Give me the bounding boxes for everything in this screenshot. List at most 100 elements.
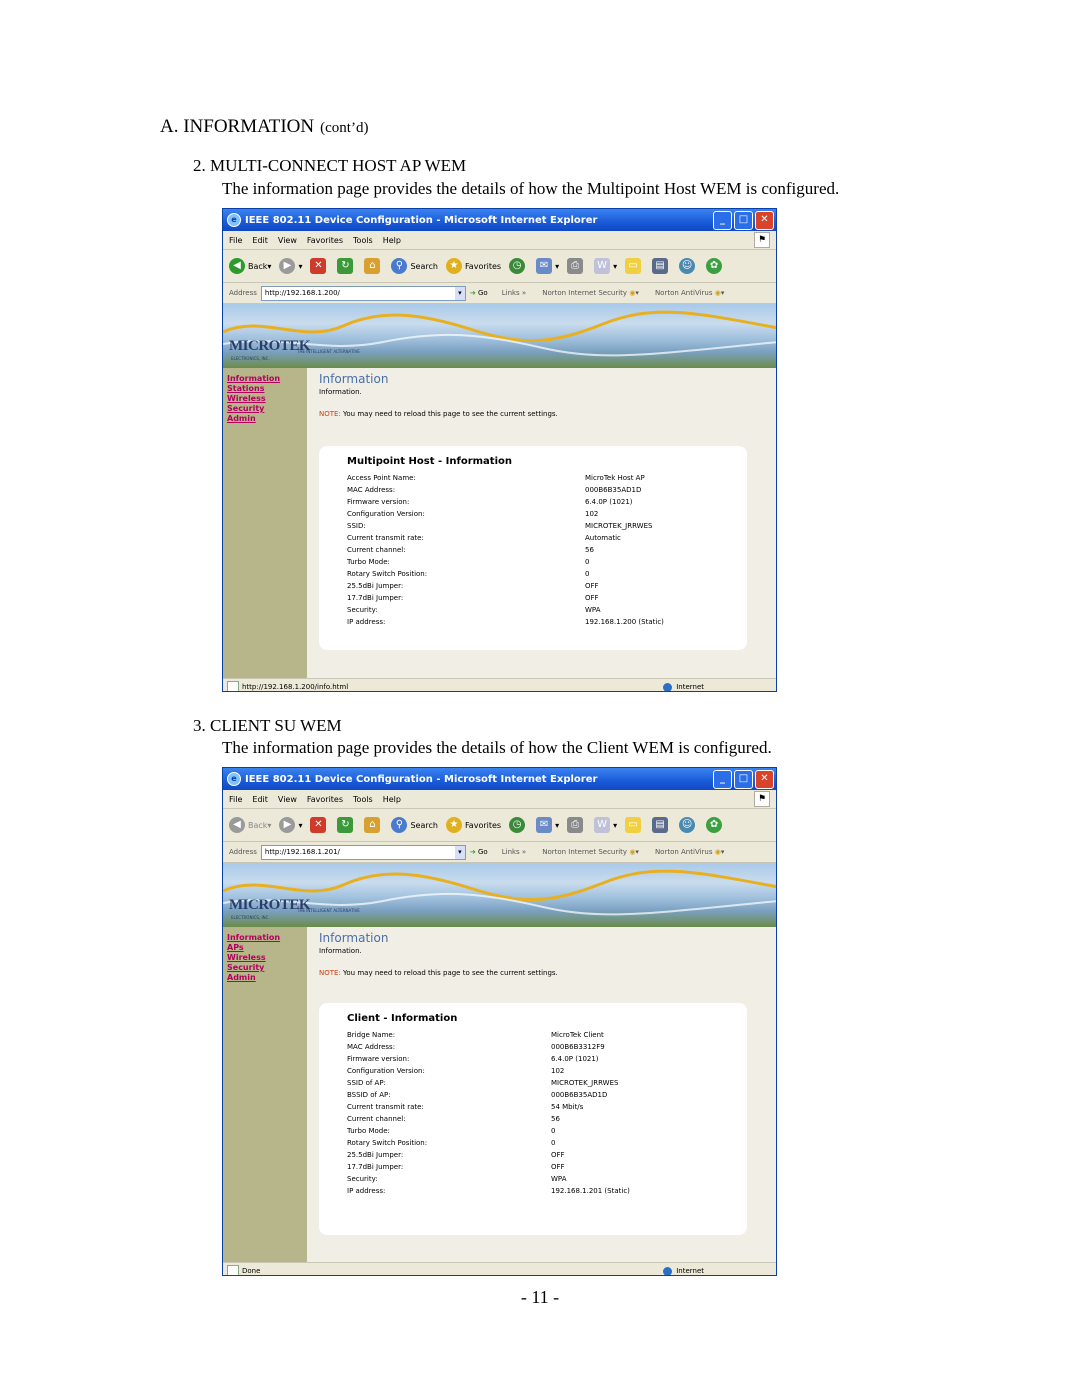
info-row: Current channel: 56 bbox=[347, 1115, 630, 1127]
msn-button[interactable]: ✿ bbox=[706, 817, 725, 833]
note-message: You may need to reload this page to see … bbox=[343, 410, 558, 418]
norton-security-button[interactable]: Norton Internet Security ◉▾ bbox=[542, 289, 639, 297]
info-value: OFF bbox=[551, 1163, 565, 1171]
info-row: SSID: MICROTEK_JRRWES bbox=[347, 522, 664, 534]
links-button[interactable]: Links » bbox=[502, 848, 527, 856]
menu-help[interactable]: Help bbox=[383, 236, 401, 245]
print-button[interactable]: ⎙ bbox=[567, 817, 586, 833]
norton-antivirus-button[interactable]: Norton AntiVirus ◉▾ bbox=[655, 848, 724, 856]
nav-link-aps[interactable]: APs bbox=[223, 943, 307, 953]
discuss-button[interactable]: ▭ bbox=[625, 817, 644, 833]
menu-bar: File Edit View Favorites Tools Help ⚑ bbox=[223, 231, 776, 250]
chevron-down-icon[interactable]: ▾ bbox=[454, 845, 465, 859]
history-button[interactable]: ◷ bbox=[509, 258, 528, 274]
norton-security-icon: ◉ bbox=[629, 848, 636, 856]
norton-security-button[interactable]: Norton Internet Security ◉▾ bbox=[542, 848, 639, 856]
logo-tagline: THE INTELLIGENT ALTERNATIVE bbox=[297, 349, 360, 354]
forward-button[interactable]: ▶ ▾ bbox=[279, 258, 302, 274]
norton-antivirus-button[interactable]: Norton AntiVirus ◉▾ bbox=[655, 289, 724, 297]
mail-button[interactable]: ✉ ▾ bbox=[536, 258, 559, 274]
go-button[interactable]: ➔ Go bbox=[470, 848, 488, 856]
card-title: Multipoint Host - Information bbox=[347, 456, 512, 467]
menu-view[interactable]: View bbox=[278, 795, 297, 804]
info-value: 6.4.0P (1021) bbox=[551, 1055, 599, 1063]
info-label: IP address: bbox=[347, 618, 386, 626]
address-input[interactable]: http://192.168.1.200/▾ bbox=[260, 285, 466, 301]
research-button[interactable]: ▤ bbox=[652, 258, 671, 274]
research-button[interactable]: ▤ bbox=[652, 817, 671, 833]
info-label: Bridge Name: bbox=[347, 1031, 396, 1039]
address-input[interactable]: http://192.168.1.201/▾ bbox=[260, 844, 466, 860]
home-button[interactable]: ⌂ bbox=[364, 817, 383, 833]
page-content: Information APs Wireless Security Admin … bbox=[223, 927, 776, 1262]
menu-edit[interactable]: Edit bbox=[252, 236, 268, 245]
msn-button[interactable]: ✿ bbox=[706, 258, 725, 274]
info-value: 0 bbox=[551, 1127, 556, 1135]
discuss-button[interactable]: ▭ bbox=[625, 258, 644, 274]
refresh-button[interactable]: ↻ bbox=[337, 258, 356, 274]
toolbar: ◀ Back ▾ ▶ ▾ ✕ ↻ ⌂ ⚲ Search ★ Favorites ◷ ✉ ▾… bbox=[223, 809, 776, 842]
nav-link-wireless[interactable]: Wireless bbox=[223, 394, 307, 404]
home-button[interactable]: ⌂ bbox=[364, 258, 383, 274]
edit-button[interactable]: W ▾ bbox=[594, 258, 617, 274]
close-button[interactable]: ✕ bbox=[755, 210, 774, 230]
menu-file[interactable]: File bbox=[229, 236, 242, 245]
search-button[interactable]: ⚲ Search bbox=[391, 817, 438, 833]
sidebar-nav: Information APs Wireless Security Admin bbox=[223, 927, 307, 1262]
section-description-client: The information page provides the detail… bbox=[222, 738, 772, 757]
favorites-button[interactable]: ★ Favorites bbox=[445, 258, 501, 274]
chevron-down-icon[interactable]: ▾ bbox=[454, 286, 465, 300]
info-row: 17.7dBi Jumper: OFF bbox=[347, 1163, 630, 1175]
messenger-button[interactable]: ☺ bbox=[679, 258, 698, 274]
menu-favorites[interactable]: Favorites bbox=[307, 236, 343, 245]
globe-icon bbox=[663, 682, 673, 691]
nav-link-wireless[interactable]: Wireless bbox=[223, 953, 307, 963]
history-button[interactable]: ◷ bbox=[509, 817, 528, 833]
menu-file[interactable]: File bbox=[229, 795, 242, 804]
nav-link-security[interactable]: Security bbox=[223, 963, 307, 973]
forward-button[interactable]: ▶ ▾ bbox=[279, 817, 302, 833]
info-label: Access Point Name: bbox=[347, 474, 416, 482]
info-value: 56 bbox=[551, 1115, 560, 1123]
search-button[interactable]: ⚲ Search bbox=[391, 258, 438, 274]
nav-link-information[interactable]: Information bbox=[223, 374, 307, 384]
logo-subtitle: ELECTRONICS, INC. bbox=[231, 356, 270, 361]
print-button[interactable]: ⎙ bbox=[567, 258, 586, 274]
stop-button[interactable]: ✕ bbox=[310, 258, 329, 274]
minimize-button[interactable]: _ bbox=[713, 210, 732, 230]
info-value: WPA bbox=[551, 1175, 567, 1183]
menu-tools[interactable]: Tools bbox=[353, 795, 373, 804]
nav-link-information[interactable]: Information bbox=[223, 933, 307, 943]
close-button[interactable]: ✕ bbox=[755, 769, 774, 789]
minimize-button[interactable]: _ bbox=[713, 769, 732, 789]
nav-link-admin[interactable]: Admin bbox=[223, 973, 307, 983]
menu-edit[interactable]: Edit bbox=[252, 795, 268, 804]
stop-button[interactable]: ✕ bbox=[310, 817, 329, 833]
links-button[interactable]: Links » bbox=[502, 289, 527, 297]
refresh-button[interactable]: ↻ bbox=[337, 817, 356, 833]
section-title-host: 2. MULTI-CONNECT HOST AP WEM bbox=[193, 156, 467, 175]
info-value: 192.168.1.200 (Static) bbox=[585, 618, 664, 626]
menu-view[interactable]: View bbox=[278, 236, 297, 245]
favorites-button[interactable]: ★ Favorites bbox=[445, 817, 501, 833]
messenger-button[interactable]: ☺ bbox=[679, 817, 698, 833]
menu-favorites[interactable]: Favorites bbox=[307, 795, 343, 804]
msn-icon: ✿ bbox=[706, 258, 723, 274]
maximize-button[interactable]: □ bbox=[734, 769, 753, 789]
mail-button[interactable]: ✉ ▾ bbox=[536, 817, 559, 833]
wave-graphic bbox=[223, 869, 776, 916]
info-row: SSID of AP: MICROTEK_JRRWES bbox=[347, 1079, 630, 1091]
back-button[interactable]: ◀ Back ▾ bbox=[229, 817, 271, 833]
go-button[interactable]: ➔ Go bbox=[470, 289, 488, 297]
menu-tools[interactable]: Tools bbox=[353, 236, 373, 245]
info-row: Turbo Mode: 0 bbox=[347, 1127, 630, 1139]
nav-link-admin[interactable]: Admin bbox=[223, 414, 307, 424]
maximize-button[interactable]: □ bbox=[734, 210, 753, 230]
menu-help[interactable]: Help bbox=[383, 795, 401, 804]
nav-link-stations[interactable]: Stations bbox=[223, 384, 307, 394]
star-icon: ★ bbox=[445, 258, 462, 274]
nav-link-security[interactable]: Security bbox=[223, 404, 307, 414]
edit-button[interactable]: W ▾ bbox=[594, 817, 617, 833]
note-text: NOTE: You may need to reload this page t… bbox=[319, 969, 558, 977]
back-button[interactable]: ◀ Back ▾ bbox=[229, 258, 271, 274]
